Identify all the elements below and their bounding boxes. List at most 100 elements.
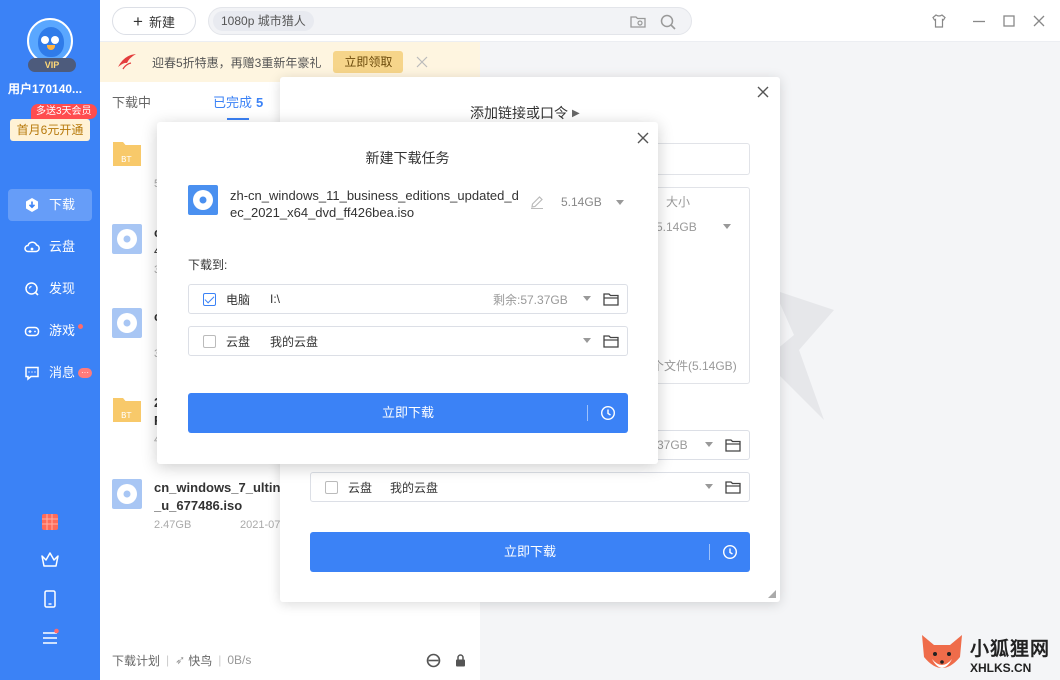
site-watermark: 小狐狸网 XHLKS.CN: [918, 628, 1060, 680]
close-icon[interactable]: [636, 131, 650, 145]
chevron-down-icon[interactable]: [705, 442, 713, 447]
sidebar-item-games[interactable]: 游戏: [0, 310, 100, 352]
close-icon[interactable]: [756, 85, 770, 99]
download-to-label: 下载到:: [188, 258, 228, 272]
maximize-button[interactable]: [999, 11, 1019, 31]
discover-icon: [24, 281, 40, 297]
sidebar-item-label: 发现: [49, 281, 76, 296]
tab-downloading[interactable]: 下载中: [112, 92, 151, 111]
apps-button[interactable]: [0, 512, 100, 532]
turbo-label[interactable]: 快鸟: [188, 652, 212, 669]
pc-location-row[interactable]: 电脑 I:\ 剩余:57.37GB: [188, 284, 628, 314]
svg-text:BT: BT: [121, 155, 131, 164]
file-list-box: [650, 187, 750, 384]
search-bar[interactable]: 1080p 城市猎人: [208, 7, 692, 35]
download-icon: [24, 197, 40, 213]
search-input[interactable]: 1080p 城市猎人: [213, 11, 314, 31]
resize-grip-icon[interactable]: [768, 590, 776, 598]
disc-image-icon: [112, 479, 142, 509]
lock-icon[interactable]: [453, 653, 468, 668]
close-window-button[interactable]: [1029, 11, 1049, 31]
chevron-down-icon[interactable]: [583, 338, 591, 343]
minimize-icon: [973, 20, 985, 23]
disc-image-icon: [188, 185, 218, 215]
vip-crown-button[interactable]: [0, 550, 100, 570]
sidebar-item-messages[interactable]: 消息 ···: [0, 352, 100, 394]
turbo-bird-icon: ➶: [175, 653, 186, 667]
location-path: I:\: [270, 292, 281, 306]
watermark-cn: 小狐狸网: [970, 638, 1051, 660]
chevron-down-icon[interactable]: [583, 296, 591, 301]
cloud-checkbox[interactable]: [325, 480, 338, 494]
mobile-button[interactable]: [0, 589, 100, 609]
search-icon[interactable]: [659, 13, 677, 31]
maximize-icon: [1003, 15, 1015, 27]
promo-badge: 多送3天会员: [31, 104, 97, 119]
pc-location-row[interactable]: 37GB: [650, 430, 750, 460]
file-name-line2: _u_677486.iso: [154, 498, 243, 513]
watermark-en: XHLKS.CN: [970, 660, 1032, 675]
status-footer: 下载计划 | ➶ 快鸟 | 0B/s: [112, 652, 468, 668]
folder-search-icon[interactable]: [629, 13, 647, 31]
completed-count: 5: [256, 95, 264, 110]
dialog-title: 添加链接或口令 ▶: [470, 105, 580, 121]
gamepad-icon: [24, 323, 40, 339]
cloud-location-row[interactable]: 云盘 我的云盘: [310, 472, 750, 502]
link-input[interactable]: [650, 143, 750, 175]
cloud-location-row[interactable]: 云盘 我的云盘: [188, 326, 628, 356]
sidebar-item-label: 下载: [49, 197, 76, 212]
notification-dot: [78, 323, 84, 329]
username[interactable]: 用户170140...: [8, 80, 94, 97]
minimize-button[interactable]: [969, 11, 989, 31]
bt-folder-icon: BT: [113, 398, 141, 422]
folder-icon[interactable]: [603, 292, 619, 306]
chevron-down-icon[interactable]: [723, 224, 731, 229]
close-icon: [1033, 15, 1045, 27]
pc-checkbox[interactable]: [203, 292, 216, 306]
main-menu-button[interactable]: [0, 628, 100, 648]
close-icon[interactable]: [415, 55, 429, 69]
bt-folder-icon: BT: [113, 142, 141, 166]
folder-icon[interactable]: [603, 334, 619, 348]
download-now-button[interactable]: 立即下载: [310, 532, 750, 572]
dialog-title: 新建下载任务: [365, 150, 450, 166]
bird-logo-icon: [118, 54, 136, 70]
disc-image-icon: [112, 224, 142, 254]
claim-button[interactable]: 立即领取: [333, 51, 404, 73]
edit-icon[interactable]: [530, 195, 544, 209]
skin-button[interactable]: [929, 11, 949, 31]
free-space: 37GB: [657, 438, 688, 452]
sidebar-item-discover[interactable]: 发现: [0, 268, 100, 310]
cloud-checkbox[interactable]: [203, 334, 216, 348]
new-task-button[interactable]: + 新建: [112, 7, 196, 35]
schedule-clock-icon[interactable]: [722, 544, 738, 560]
download-speed: 0B/s: [227, 653, 252, 667]
sidebar-item-cloud[interactable]: 云盘: [0, 226, 100, 268]
download-now-button[interactable]: 立即下载: [188, 393, 628, 433]
schedule-clock-icon[interactable]: [600, 405, 616, 421]
plus-icon: +: [133, 11, 143, 31]
folder-icon[interactable]: [725, 480, 741, 494]
location-label: 云盘: [348, 480, 373, 495]
disc-image-icon: [112, 308, 142, 338]
new-task-label: 新建: [148, 14, 175, 30]
sidebar-item-label: 消息: [49, 365, 76, 380]
menu-icon: [43, 628, 59, 644]
location-path: 我的云盘: [270, 334, 319, 349]
sidebar-item-download[interactable]: 下载: [0, 184, 100, 226]
location-label: 电脑: [226, 292, 251, 307]
location-label: 云盘: [226, 334, 251, 349]
folder-icon[interactable]: [725, 438, 741, 452]
vip-open-button[interactable]: 首月6元开通: [10, 119, 90, 141]
crown-icon: [41, 552, 59, 567]
size-column-header: 大小: [666, 195, 691, 209]
chevron-down-icon[interactable]: [705, 484, 713, 489]
tab-completed[interactable]: 下载中已完成5: [213, 92, 264, 120]
file-size: 5.14GB: [561, 195, 602, 209]
files-summary: 个文件(5.14GB): [652, 359, 737, 373]
download-plan-link[interactable]: 下载计划: [112, 652, 160, 669]
file-date: 2021-07: [240, 519, 281, 531]
sidebar: VIP 用户170140... 多送3天会员 首月6元开通 下载 云盘 发现 游…: [0, 0, 100, 680]
chevron-down-icon[interactable]: [616, 200, 624, 205]
browser-icon[interactable]: [426, 653, 441, 668]
